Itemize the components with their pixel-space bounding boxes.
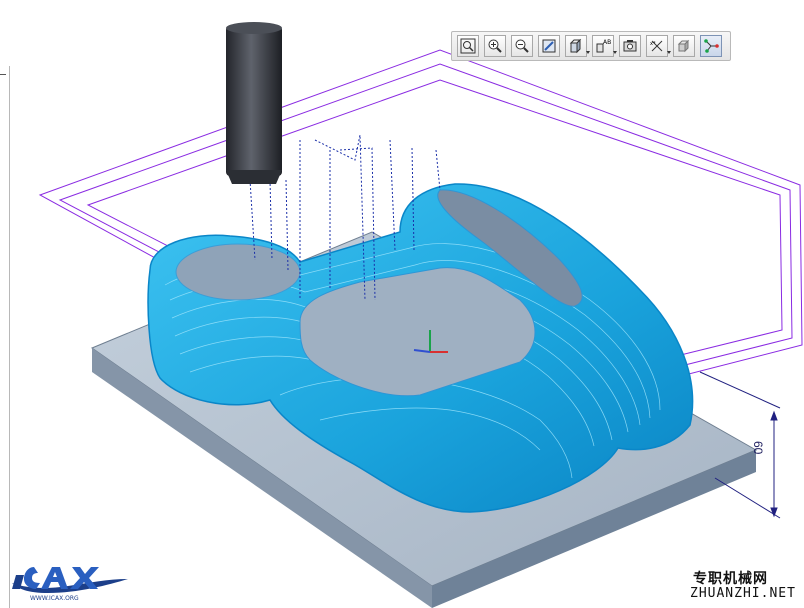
- repaint-button[interactable]: [538, 35, 560, 57]
- graphics-viewport[interactable]: 60 AB x* WWW.ICAX.ORG 专职机械网 ZHUANZHI.NET: [0, 0, 804, 608]
- svg-text:x*: x*: [650, 41, 656, 47]
- spin-center-button[interactable]: [673, 35, 695, 57]
- watermark-url: ZHUANZHI.NET: [690, 586, 796, 601]
- tool-path-icon: [704, 39, 719, 53]
- watermark-brand: 专职机械网: [693, 571, 768, 587]
- spin-center-icon: [677, 39, 690, 53]
- svg-text:AB: AB: [603, 39, 611, 46]
- display-style-icon: [569, 38, 582, 54]
- logo-url: WWW.ICAX.ORG: [30, 595, 79, 602]
- view-manager-icon: [623, 40, 637, 52]
- zoom-fit-icon: [460, 38, 476, 54]
- saved-views-button[interactable]: AB: [592, 35, 617, 57]
- view-toolbar: AB x*: [451, 31, 731, 61]
- zoom-fit-button[interactable]: [457, 35, 479, 57]
- saved-views-icon: AB: [596, 39, 611, 53]
- datum-display-icon: x*: [650, 40, 663, 52]
- repaint-icon: [542, 39, 556, 53]
- zoom-in-icon: [488, 39, 502, 53]
- tool-path-button[interactable]: [700, 35, 722, 57]
- icax-logo: WWW.ICAX.ORG: [12, 567, 128, 602]
- zoom-out-button[interactable]: [511, 35, 533, 57]
- datum-display-button[interactable]: x*: [646, 35, 671, 57]
- manufacturing-scene: [38, 22, 803, 608]
- cutting-tool: [226, 22, 282, 184]
- display-style-button[interactable]: [565, 35, 590, 57]
- dimension-value[interactable]: 60: [751, 441, 765, 454]
- view-manager-button[interactable]: [619, 35, 641, 57]
- zoom-out-icon: [515, 39, 529, 53]
- zoom-in-button[interactable]: [484, 35, 506, 57]
